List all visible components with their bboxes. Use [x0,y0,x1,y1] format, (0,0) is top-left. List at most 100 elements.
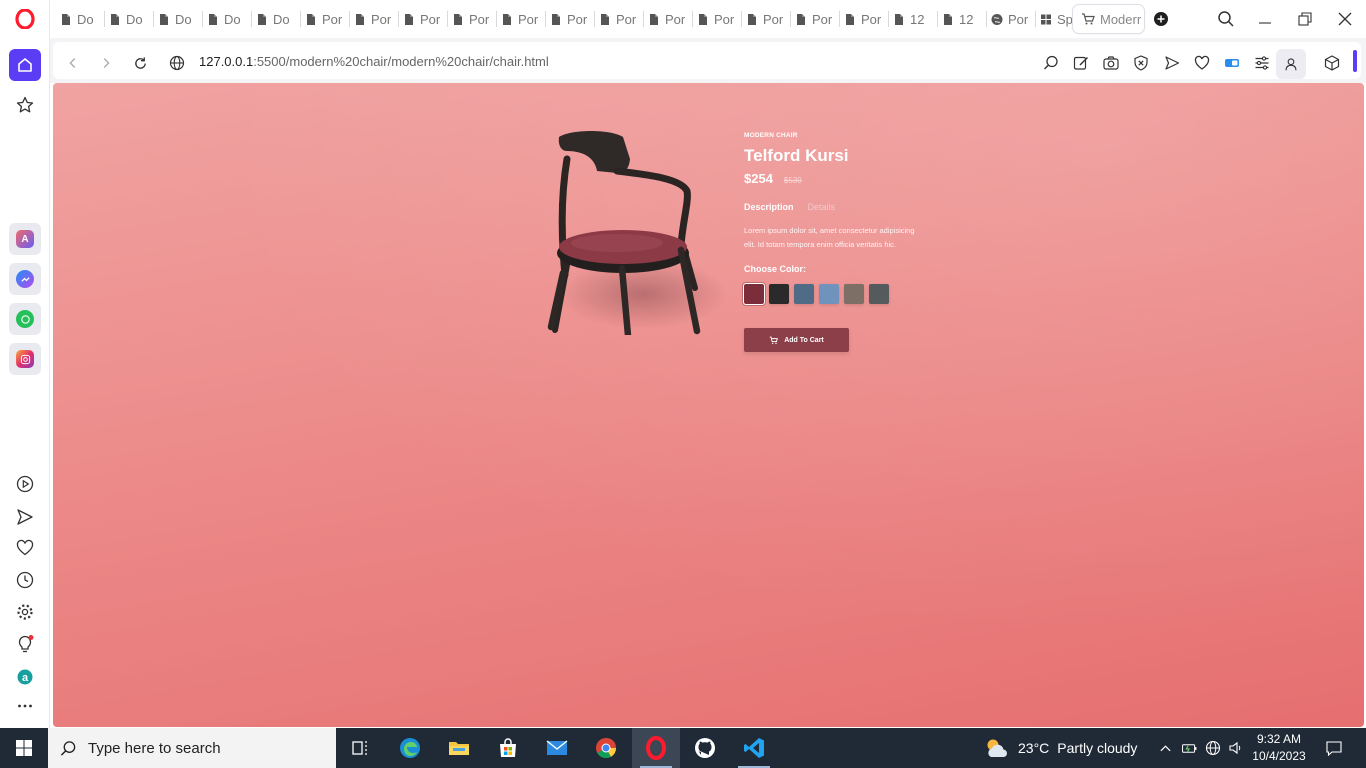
tab[interactable]: Do [109,6,149,32]
mail-icon[interactable] [533,728,581,768]
extensions-icon[interactable] [1323,54,1341,72]
aria-icon[interactable]: A [9,223,41,255]
tab[interactable]: Por [403,6,443,32]
tab[interactable]: Por [452,6,492,32]
taskbar-search-input[interactable]: Type here to search [48,728,336,768]
tab-separator [643,11,644,27]
windows-start-icon[interactable] [0,728,48,768]
tab[interactable]: Por [305,6,345,32]
edit-icon[interactable] [1072,54,1090,72]
settings-icon[interactable] [9,596,41,628]
chrome-icon[interactable] [582,728,630,768]
new-tab-button[interactable] [1150,8,1172,30]
document-icon [111,13,119,25]
tab[interactable]: Por [795,6,835,32]
color-swatch[interactable] [794,284,814,304]
opera-taskbar-icon[interactable] [632,728,680,768]
vscode-icon[interactable] [730,728,778,768]
forward-icon[interactable] [97,54,115,72]
document-icon [650,13,658,25]
shield-icon[interactable] [1132,54,1150,72]
taskbar-clock[interactable]: 9:32 AM 10/4/2023 [1248,731,1310,765]
tab-description[interactable]: Description [744,202,794,212]
tab-label: Por [322,11,343,27]
chair-image [531,125,701,373]
file-explorer-icon[interactable] [435,728,483,768]
tab[interactable]: Por [746,6,786,32]
tab[interactable]: Do [256,6,296,32]
heart-icon[interactable] [9,532,41,564]
globe-icon [991,13,1003,25]
url-field[interactable]: 127.0.0.1:5500/modern%20chair/modern%20c… [199,54,549,69]
tab[interactable]: Do [207,6,247,32]
color-swatch[interactable] [844,284,864,304]
github-icon[interactable] [681,728,729,768]
star-icon[interactable] [9,89,41,121]
share-icon[interactable] [1163,54,1181,72]
tab[interactable]: 12 [942,6,982,32]
tab[interactable]: Por [550,6,590,32]
tab-label: 12 [959,11,974,27]
volume-icon[interactable] [1225,728,1247,768]
network-globe-icon[interactable] [1202,728,1224,768]
tab-label: Por [812,11,833,27]
tab[interactable]: Por [599,6,639,32]
tab-label: Por [616,11,637,27]
bookmark-heart-icon[interactable] [1193,54,1211,72]
tab[interactable]: Por [501,6,541,32]
tab[interactable]: Por [648,6,688,32]
notifications-icon[interactable] [1322,728,1346,768]
tab[interactable]: Por [354,6,394,32]
weather-widget[interactable]: 23°C Partly cloudy [984,728,1137,768]
color-swatches [743,283,924,305]
back-icon[interactable] [64,54,82,72]
reload-icon[interactable] [131,54,149,72]
tab-details[interactable]: Details [808,202,836,212]
player-icon[interactable] [9,468,41,500]
show-hidden-icons-icon[interactable] [1154,728,1176,768]
opera-logo-icon[interactable] [9,3,41,35]
microsoft-store-icon[interactable] [484,728,532,768]
search-page-icon[interactable] [1042,54,1060,72]
tab-separator [888,11,889,27]
tab-label: Do [77,11,94,27]
search-tabs-icon[interactable] [1215,8,1237,30]
battery-icon[interactable] [1178,728,1200,768]
tab[interactable]: Do [60,6,100,32]
site-info-icon[interactable] [168,54,186,72]
profile-icon[interactable] [1276,49,1306,79]
lightbulb-icon[interactable] [9,628,41,660]
whatsapp-icon[interactable] [9,303,41,335]
messenger-icon[interactable] [9,263,41,295]
tab[interactable]: Por [697,6,737,32]
tab[interactable]: Por [844,6,884,32]
task-view-icon[interactable] [336,728,384,768]
history-icon[interactable] [9,564,41,596]
home-icon[interactable] [9,49,41,81]
camera-icon[interactable] [1102,54,1120,72]
color-swatch[interactable] [869,284,889,304]
edge-icon[interactable] [386,728,434,768]
tab[interactable]: 12 [893,6,933,32]
close-icon[interactable] [1334,8,1356,30]
color-swatch[interactable] [769,284,789,304]
easy-setup-icon[interactable] [1253,54,1271,72]
document-icon [748,13,756,25]
tab-label: Por [714,11,735,27]
send-icon[interactable] [9,501,41,533]
color-swatch[interactable] [819,284,839,304]
tab-active[interactable]: Moderr [1073,5,1144,33]
sidebar-toggle-indicator[interactable] [1353,50,1357,72]
aria-assistant-icon[interactable]: a [9,661,41,693]
battery-saver-icon[interactable] [1223,54,1241,72]
tab[interactable]: Do [158,6,198,32]
instagram-icon[interactable] [9,343,41,375]
minimize-icon[interactable] [1254,8,1276,30]
add-to-cart-button[interactable]: Add To Cart [744,328,849,352]
document-icon [552,13,560,25]
more-icon[interactable] [9,690,41,722]
color-swatch[interactable] [743,283,765,305]
restore-icon[interactable] [1294,8,1316,30]
tab[interactable]: Por [991,6,1031,32]
tab-label: Por [665,11,686,27]
